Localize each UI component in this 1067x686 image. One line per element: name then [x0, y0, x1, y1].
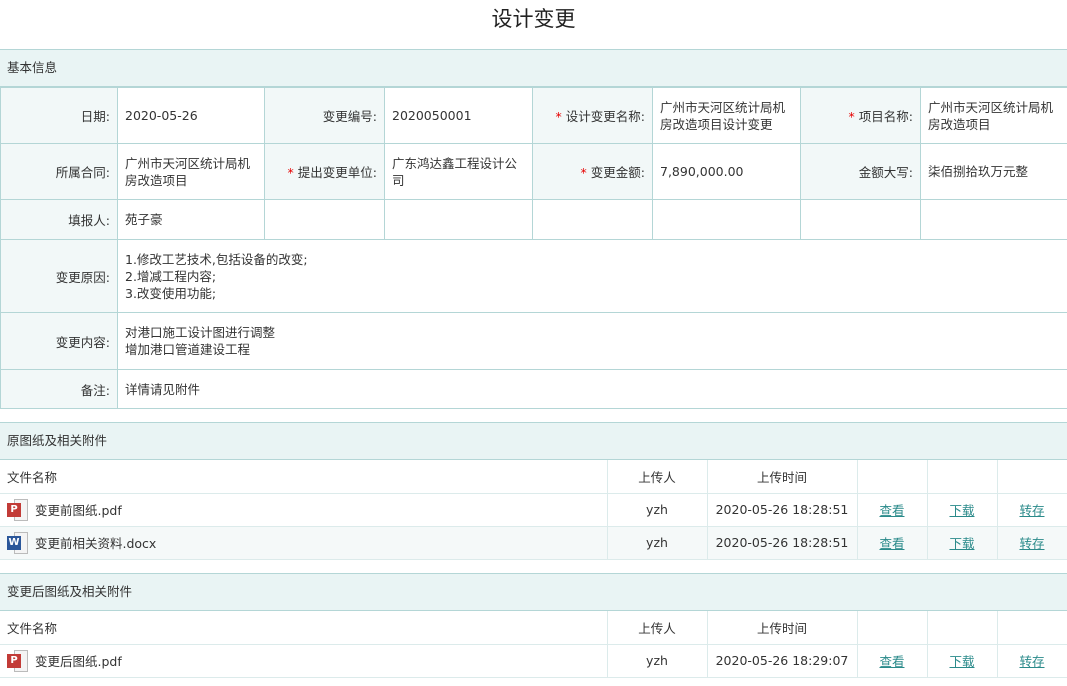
amount-label-cell: * 变更金额:	[532, 143, 653, 200]
page-title: 设计变更	[491, 7, 576, 31]
empty-cell	[920, 199, 1067, 240]
change-name-value: 广州市天河区统计局机房改造项目设计变更	[652, 87, 801, 144]
file-upload-time: 2020-05-26 18:29:07	[707, 644, 858, 678]
project-value: 广州市天河区统计局机房改造项目	[920, 87, 1067, 144]
empty-cell	[264, 199, 385, 240]
amount-value: 7,890,000.00	[652, 143, 801, 200]
unit-label-cell: * 提出变更单位:	[264, 143, 385, 200]
save-link[interactable]: 转存	[1019, 536, 1044, 551]
change-name-label-cell: * 设计变更名称:	[532, 87, 653, 144]
download-link[interactable]: 下载	[949, 654, 974, 669]
col-header-uploader: 上传人	[607, 460, 708, 494]
section-basic-info: 基本信息	[0, 49, 1067, 87]
table-row: P 变更后图纸.pdf yzh 2020-05-26 18:29:07 查看 下…	[0, 644, 1067, 678]
empty-cell	[384, 199, 533, 240]
reason-label: 变更原因:	[0, 239, 118, 313]
view-link[interactable]: 查看	[879, 536, 904, 551]
amount-cn-value: 柒佰捌拾玖万元整	[920, 143, 1067, 200]
col-header-action	[927, 460, 998, 494]
word-file-icon: W	[7, 531, 28, 554]
empty-cell	[532, 199, 653, 240]
col-header-action	[857, 611, 928, 645]
amount-cn-label: 金额大写:	[800, 143, 921, 200]
pdf-file-icon: P	[7, 498, 28, 521]
section-original-files: 原图纸及相关附件	[0, 422, 1067, 460]
col-header-time: 上传时间	[707, 611, 858, 645]
empty-cell	[800, 199, 921, 240]
required-mark: *	[580, 165, 587, 180]
unit-label: 提出变更单位:	[297, 165, 377, 180]
project-label: 项目名称:	[858, 109, 913, 124]
required-mark: *	[287, 165, 294, 180]
col-header-action	[997, 460, 1067, 494]
download-link[interactable]: 下载	[949, 536, 974, 551]
save-link[interactable]: 转存	[1019, 654, 1044, 669]
date-value: 2020-05-26	[117, 87, 265, 144]
remark-value: 详情请见附件	[117, 369, 1067, 409]
file-upload-time: 2020-05-26 18:28:51	[707, 493, 858, 527]
change-no-label: 变更编号:	[264, 87, 385, 144]
basic-info-table: 日期: 2020-05-26 变更编号: 2020050001 * 设计变更名称:…	[0, 87, 1067, 409]
col-header-uploader: 上传人	[607, 611, 708, 645]
col-header-name: 文件名称	[0, 611, 608, 645]
contract-label: 所属合同:	[0, 143, 118, 200]
col-header-name: 文件名称	[0, 460, 608, 494]
change-no-value: 2020050001	[384, 87, 533, 144]
pdf-file-icon: P	[7, 649, 28, 672]
changed-files-table: 文件名称 上传人 上传时间 P 变更后图纸.pdf yzh 2020-05-26…	[0, 611, 1067, 678]
table-row: P 变更前图纸.pdf yzh 2020-05-26 18:28:51 查看 下…	[0, 493, 1067, 527]
project-label-cell: * 项目名称:	[800, 87, 921, 144]
col-header-action	[857, 460, 928, 494]
reporter-label: 填报人:	[0, 199, 118, 240]
file-uploader: yzh	[607, 526, 708, 560]
contract-value: 广州市天河区统计局机房改造项目	[117, 143, 265, 200]
original-files-table: 文件名称 上传人 上传时间 P 变更前图纸.pdf yzh 2020-05-26…	[0, 460, 1067, 560]
save-link[interactable]: 转存	[1019, 503, 1044, 518]
change-name-label: 设计变更名称:	[565, 109, 645, 124]
content-value: 对港口施工设计图进行调整 增加港口管道建设工程	[117, 312, 1067, 370]
empty-cell	[652, 199, 801, 240]
table-row: W 变更前相关资料.docx yzh 2020-05-26 18:28:51 查…	[0, 526, 1067, 560]
view-link[interactable]: 查看	[879, 654, 904, 669]
required-mark: *	[555, 109, 562, 124]
download-link[interactable]: 下载	[949, 503, 974, 518]
required-mark: *	[848, 109, 855, 124]
unit-value: 广东鸿达鑫工程设计公司	[384, 143, 533, 200]
amount-label: 变更金额:	[590, 165, 645, 180]
file-name: 变更前相关资料.docx	[35, 536, 157, 551]
file-name: 变更前图纸.pdf	[35, 503, 122, 518]
view-link[interactable]: 查看	[879, 503, 904, 518]
reporter-value: 苑子豪	[117, 199, 265, 240]
file-upload-time: 2020-05-26 18:28:51	[707, 526, 858, 560]
col-header-time: 上传时间	[707, 460, 858, 494]
col-header-action	[927, 611, 998, 645]
section-changed-files: 变更后图纸及相关附件	[0, 573, 1067, 611]
reason-value: 1.修改工艺技术,包括设备的改变; 2.增减工程内容; 3.改变使用功能;	[117, 239, 1067, 313]
col-header-action	[997, 611, 1067, 645]
remark-label: 备注:	[0, 369, 118, 409]
date-label: 日期:	[0, 87, 118, 144]
file-name: 变更后图纸.pdf	[35, 654, 122, 669]
content-label: 变更内容:	[0, 312, 118, 370]
file-uploader: yzh	[607, 493, 708, 527]
file-uploader: yzh	[607, 644, 708, 678]
